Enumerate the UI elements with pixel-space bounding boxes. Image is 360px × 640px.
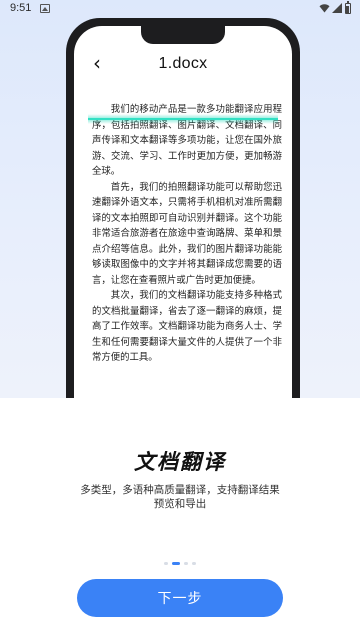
wifi-icon [319, 4, 330, 13]
phone-screen: ‹ 1.docx 我们的移动产品是一款多功能翻译应用程序，包括拍照翻译、图片翻译… [74, 26, 292, 398]
document-title: 1.docx [158, 55, 208, 72]
page-dot [192, 561, 196, 565]
next-button[interactable]: 下一步 [77, 579, 283, 617]
status-bar: 9:51 [0, 0, 360, 18]
battery-icon [345, 1, 351, 14]
page-dot-active [172, 561, 180, 565]
onboarding-headline: 文档翻译 [134, 450, 226, 474]
phone-notch [141, 26, 225, 44]
document-body: 我们的移动产品是一款多功能翻译应用程序，包括拍照翻译、图片翻译、文档翻译、同声传… [92, 102, 282, 366]
page-dot [184, 561, 188, 565]
signal-icon [332, 3, 342, 13]
onboarding-subtitle: 多类型，多语种高质量翻译，支持翻译结果预览和导出 [80, 484, 280, 510]
image-notification-icon [40, 4, 50, 13]
page-indicator [0, 560, 360, 566]
phone-mockup: ‹ 1.docx 我们的移动产品是一款多功能翻译应用程序，包括拍照翻译、图片翻译… [66, 18, 300, 398]
status-time: 9:51 [10, 2, 32, 14]
document-paragraph: 其次，我们的文档翻译功能支持多种格式的文档批量翻译，省去了逐一翻译的麻烦，提高了… [92, 290, 282, 363]
document-paragraph: 首先，我们的拍照翻译功能可以帮助您迅速翻译外语文本，只需将手机相机对准所需翻译的… [92, 181, 282, 286]
hero-illustration: 9:51 ‹ 1.docx 我们的移动产品是一款多功能翻译应用程序，包括拍照翻译… [0, 0, 360, 398]
page-dot [164, 561, 168, 565]
scan-line [88, 114, 278, 124]
